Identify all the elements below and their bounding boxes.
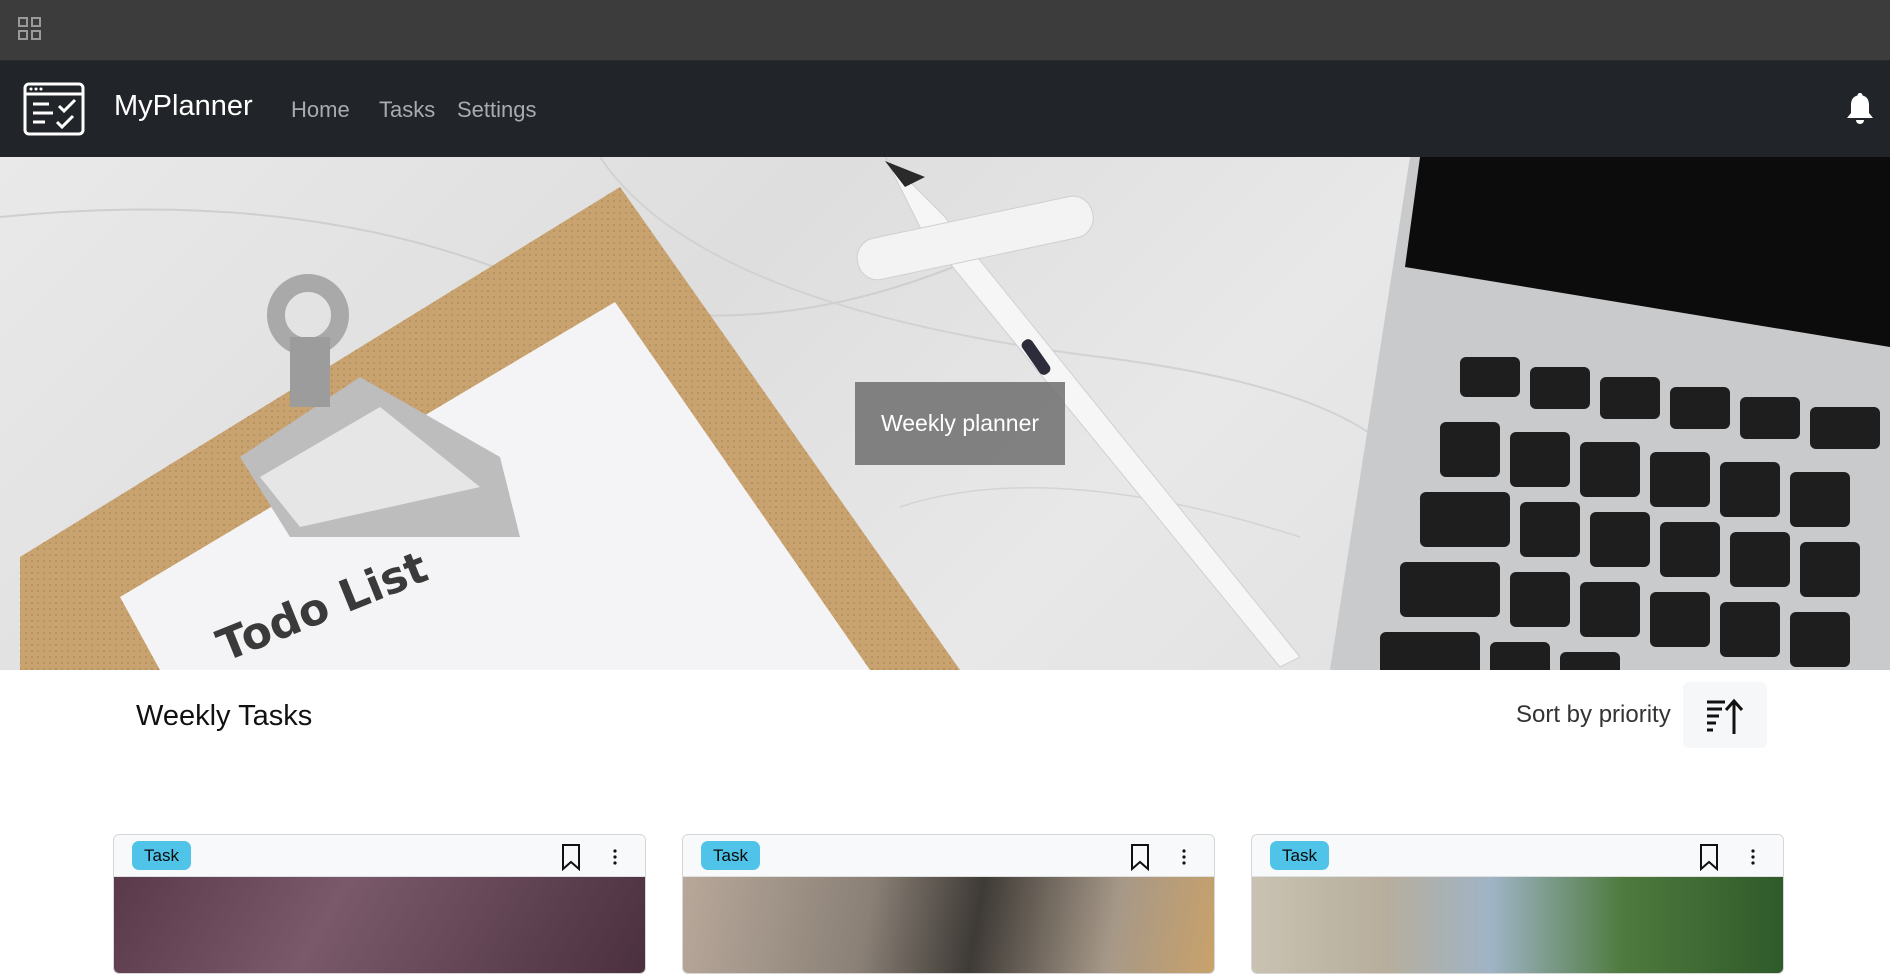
bookmark-icon[interactable]: [561, 843, 581, 871]
task-badge: Task: [132, 841, 191, 870]
task-card[interactable]: Task: [682, 834, 1215, 974]
bell-icon[interactable]: [1846, 91, 1874, 125]
task-badge: Task: [1270, 841, 1329, 870]
bookmark-icon[interactable]: [1130, 843, 1150, 871]
card-image: [1252, 877, 1783, 973]
card-image: [683, 877, 1214, 973]
task-badge: Task: [701, 841, 760, 870]
hero-banner: Todo List Weekly planner: [0, 157, 1890, 670]
brand-name[interactable]: MyPlanner: [114, 90, 253, 123]
system-bar: [0, 0, 1890, 61]
kebab-menu-icon[interactable]: [1176, 845, 1192, 869]
hero-label: Weekly planner: [855, 382, 1065, 465]
grid-icon[interactable]: [18, 17, 42, 41]
kebab-menu-icon[interactable]: [1745, 845, 1761, 869]
nav-home[interactable]: Home: [291, 97, 350, 123]
nav-tasks[interactable]: Tasks: [379, 97, 435, 123]
card-header: Task: [1252, 835, 1783, 877]
task-card[interactable]: Task: [113, 834, 646, 974]
card-image: [114, 877, 645, 973]
card-header: Task: [683, 835, 1214, 877]
bookmark-icon[interactable]: [1699, 843, 1719, 871]
kebab-menu-icon[interactable]: [607, 845, 623, 869]
section-title: Weekly Tasks: [136, 700, 313, 732]
navbar: MyPlanner Home Tasks Settings: [0, 61, 1890, 157]
task-card[interactable]: Task: [1251, 834, 1784, 974]
nav-settings[interactable]: Settings: [457, 97, 537, 123]
checklist-window-icon[interactable]: [23, 82, 85, 136]
sort-priority-icon: [1707, 698, 1744, 734]
sort-label: Sort by priority: [1516, 701, 1671, 728]
sort-priority-button[interactable]: [1683, 682, 1767, 748]
card-header: Task: [114, 835, 645, 877]
